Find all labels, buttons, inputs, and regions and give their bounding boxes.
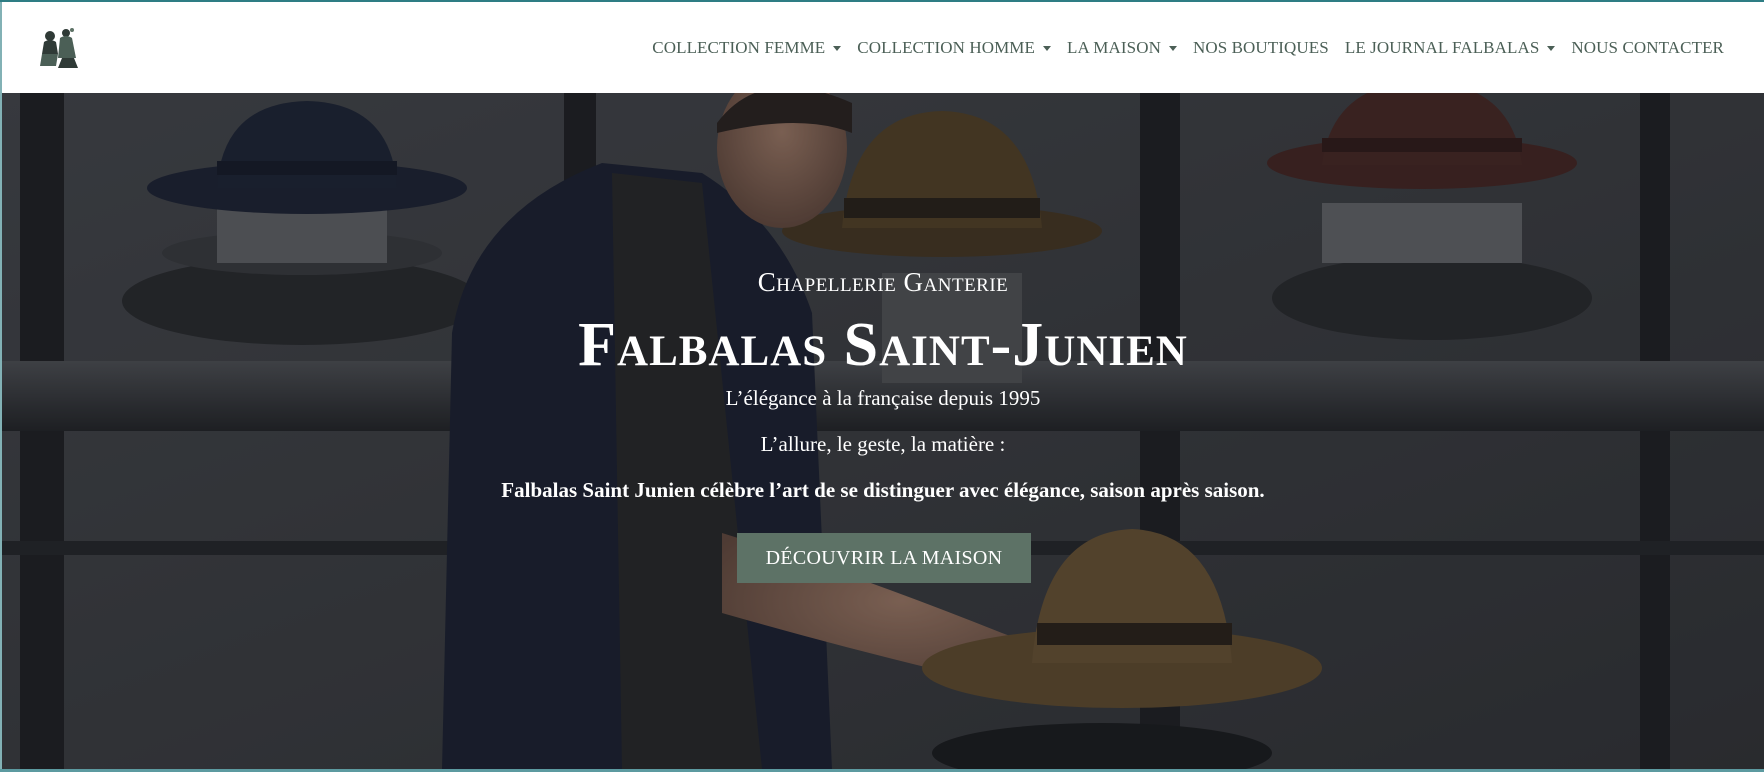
nav-item-collection-femme[interactable]: COLLECTION FEMME [652, 37, 842, 58]
main-nav: COLLECTION FEMME COLLECTION HOMME LA MAI… [652, 2, 1724, 93]
hero-tagline: L’élégance à la française depuis 1995 [725, 386, 1041, 410]
nav-item-nous-contacter[interactable]: NOUS CONTACTER [1571, 38, 1724, 58]
nav-item-la-maison[interactable]: LA MAISON [1067, 38, 1177, 58]
site-logo[interactable] [36, 24, 84, 72]
hero-content: Chapellerie Ganterie Falbalas Saint-Juni… [2, 93, 1764, 769]
nav-item-le-journal[interactable]: LE JOURNAL FALBALAS [1345, 38, 1556, 58]
chevron-down-icon [1547, 46, 1556, 51]
hero-title: Falbalas Saint-Junien [578, 311, 1188, 379]
boutique-figure-logo-icon [40, 28, 78, 68]
nav-item-label: LA MAISON [1067, 37, 1161, 57]
nav-item-label: COLLECTION FEMME [652, 37, 826, 57]
nav-item-label: COLLECTION HOMME [857, 37, 1036, 57]
hero-eyebrow: Chapellerie Ganterie [757, 267, 1009, 297]
chevron-down-icon [1043, 46, 1052, 51]
nav-item-collection-homme[interactable]: COLLECTION HOMME [857, 37, 1052, 58]
hero-lead-bold: Falbalas Saint Junien célèbre l’art de s… [501, 478, 1265, 502]
nav-item-label: LE JOURNAL FALBALAS [1344, 37, 1540, 57]
hero-lead: L’allure, le geste, la matière : [760, 432, 1006, 456]
discover-button[interactable]: DÉCOUVRIR LA MAISON [737, 533, 1031, 583]
nav-item-label: NOS BOUTIQUES [1192, 37, 1329, 57]
nav-item-label: NOUS CONTACTER [1571, 37, 1724, 57]
chevron-down-icon [833, 46, 842, 51]
chevron-down-icon [1168, 46, 1177, 51]
nav-item-nos-boutiques[interactable]: NOS BOUTIQUES [1193, 38, 1329, 58]
hero-section: Chapellerie Ganterie Falbalas Saint-Juni… [2, 93, 1764, 769]
site-header: COLLECTION FEMME COLLECTION HOMME LA MAI… [2, 2, 1764, 93]
